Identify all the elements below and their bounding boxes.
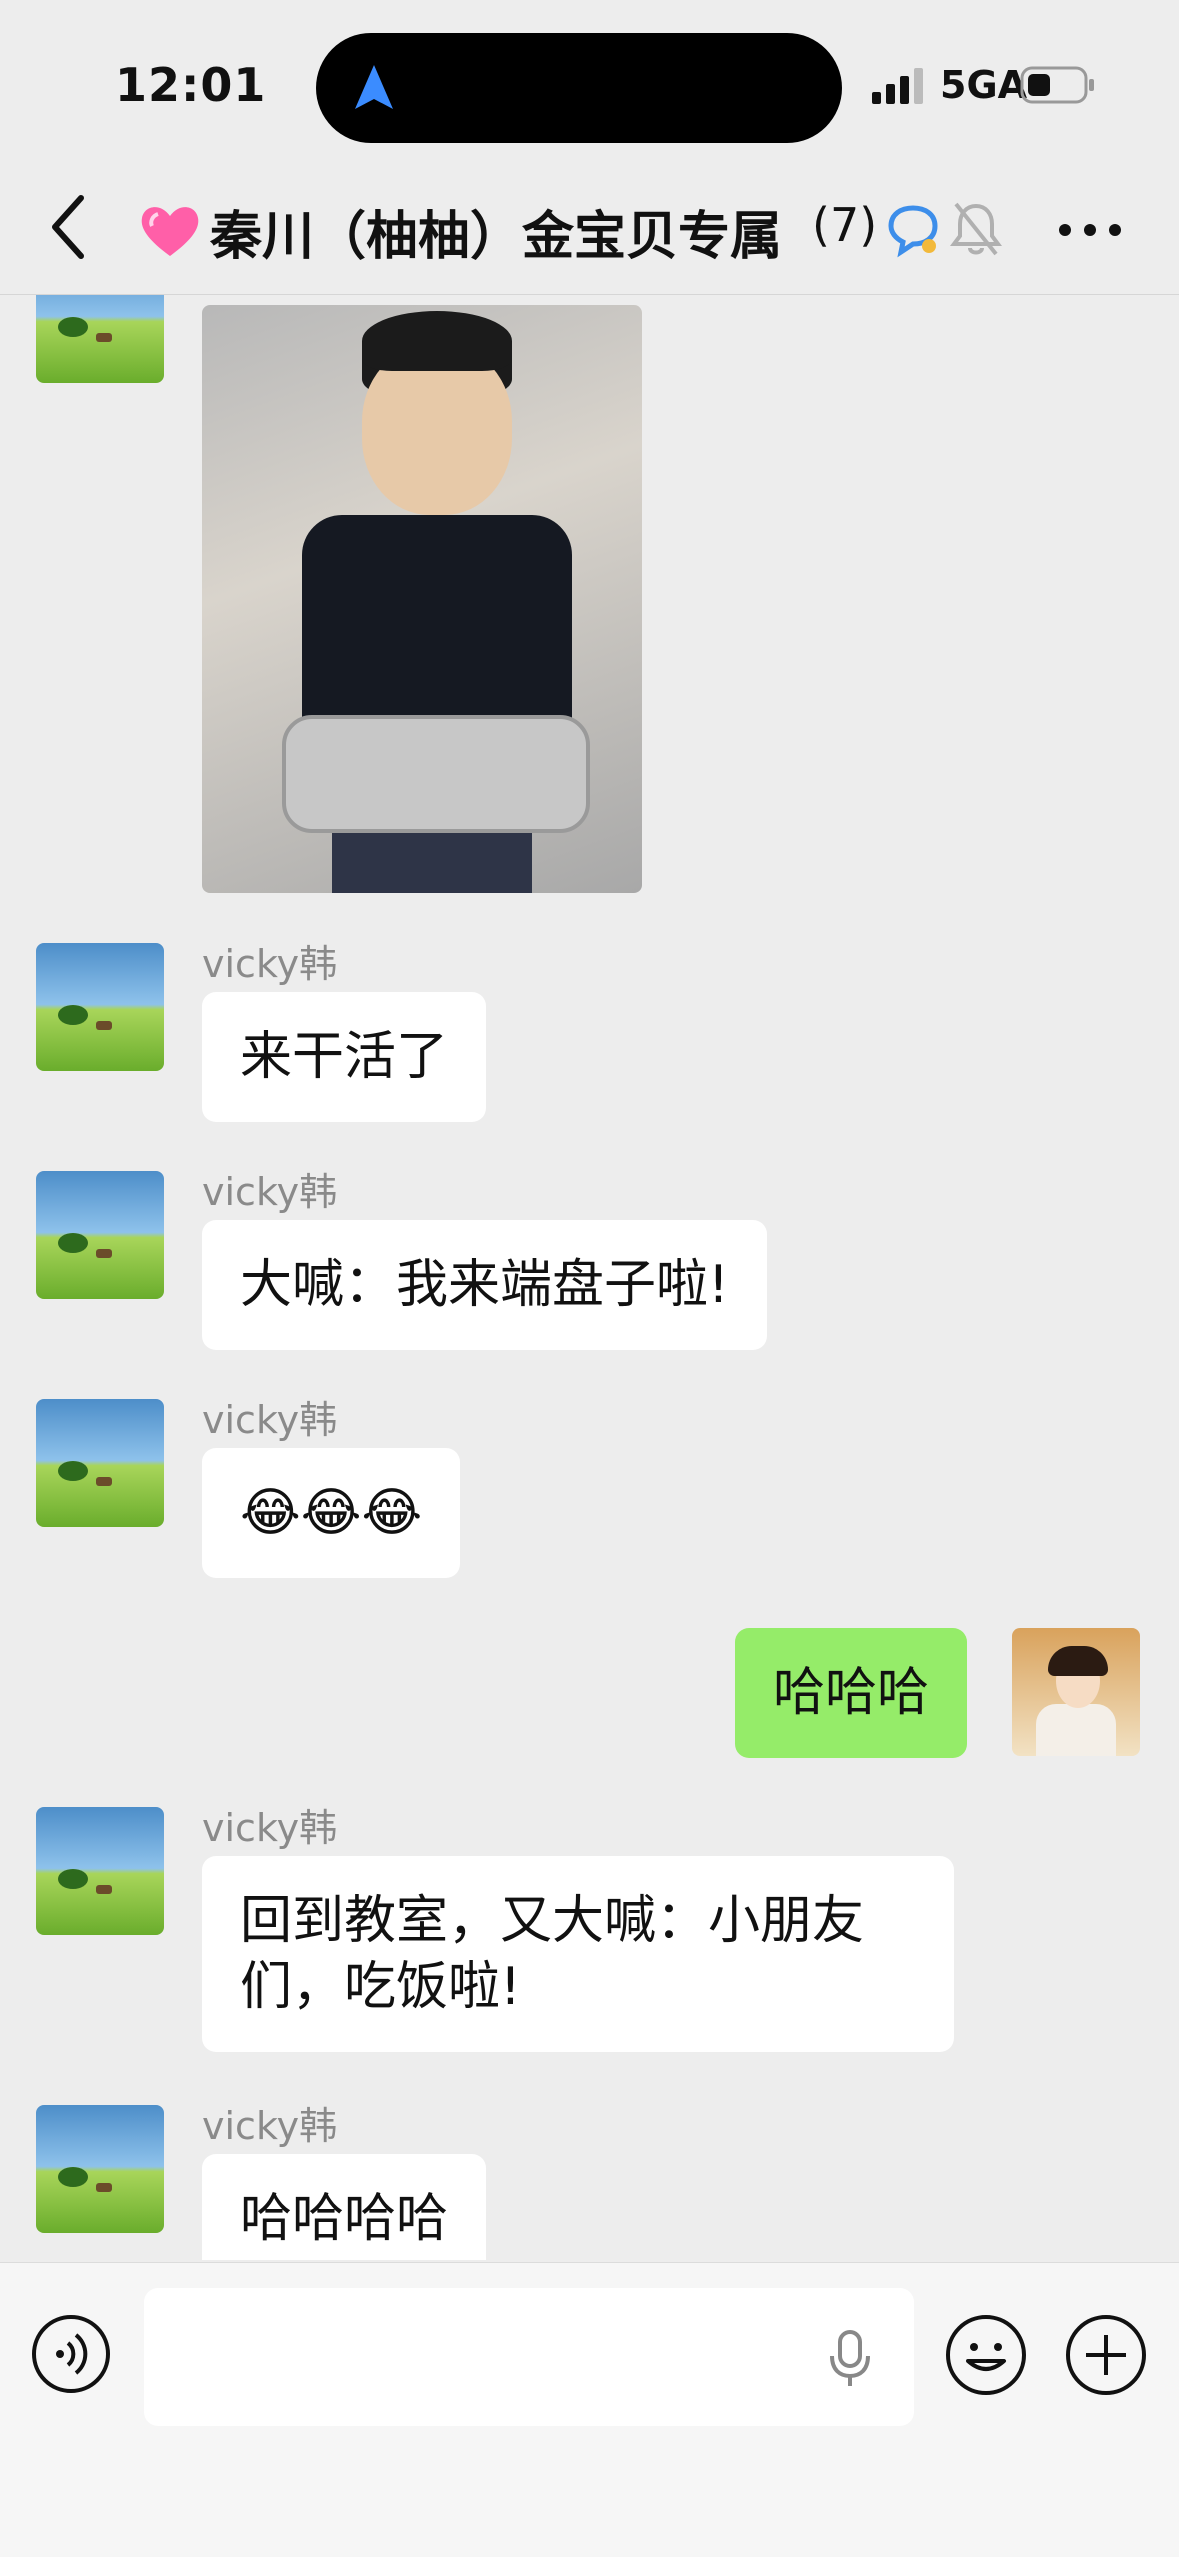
text-bubble[interactable]: 来干活了 <box>202 992 487 1122</box>
image-message[interactable] <box>202 305 642 893</box>
avatar[interactable] <box>36 295 164 383</box>
battery-icon <box>1020 66 1094 104</box>
avatar[interactable] <box>36 1399 164 1527</box>
sparkling-heart-icon <box>141 207 199 256</box>
avatar[interactable] <box>36 1807 164 1935</box>
navigation-arrow-icon <box>355 65 393 109</box>
sender-name: vicky韩 <box>202 1170 338 1214</box>
status-time: 12:01 <box>115 58 267 112</box>
avatar[interactable] <box>36 2105 164 2233</box>
message-list[interactable]: vicky韩 来干活了 vicky韩 大喊：我来端盘子啦! vicky韩 😂😂😂… <box>0 295 1179 2260</box>
muted-bell-icon <box>950 202 1002 256</box>
more-options-icon[interactable] <box>1055 200 1125 260</box>
my-text-bubble[interactable]: 哈哈哈 <box>735 1628 968 1758</box>
sender-name: vicky韩 <box>202 2104 338 2148</box>
status-bar: 12:01 5GA <box>0 0 1179 170</box>
avatar[interactable] <box>36 1171 164 1299</box>
microphone-icon[interactable] <box>824 2328 876 2390</box>
chat-bubble-icon <box>888 205 938 258</box>
signal-icon <box>872 68 923 104</box>
text-bubble[interactable]: 哈哈哈哈 <box>202 2154 487 2260</box>
plus-icon[interactable] <box>1064 2313 1148 2397</box>
voice-input-icon[interactable] <box>30 2313 112 2395</box>
input-bar <box>0 2262 1179 2557</box>
chat-header: 秦川（柚柚）金宝贝专属 (7) <box>0 170 1179 295</box>
back-arrow-icon[interactable] <box>45 192 89 262</box>
sender-name: vicky韩 <box>202 942 338 986</box>
chat-title[interactable]: 秦川（柚柚）金宝贝专属 <box>210 194 810 269</box>
emoji-bubble[interactable]: 😂😂😂 <box>202 1448 461 1578</box>
text-bubble[interactable]: 大喊：我来端盘子啦! <box>202 1220 767 1350</box>
network-label: 5GA <box>940 63 1028 107</box>
sender-name: vicky韩 <box>202 1806 338 1850</box>
sender-name: vicky韩 <box>202 1398 338 1442</box>
emoji-icon[interactable] <box>944 2313 1028 2397</box>
avatar[interactable] <box>36 943 164 1071</box>
my-avatar[interactable] <box>1012 1628 1140 1756</box>
member-count: (7) <box>812 198 878 252</box>
text-bubble[interactable]: 回到教室，又大喊：小朋友们，吃饭啦! <box>202 1856 954 2052</box>
dynamic-island <box>316 33 842 143</box>
message-input[interactable] <box>144 2288 914 2426</box>
